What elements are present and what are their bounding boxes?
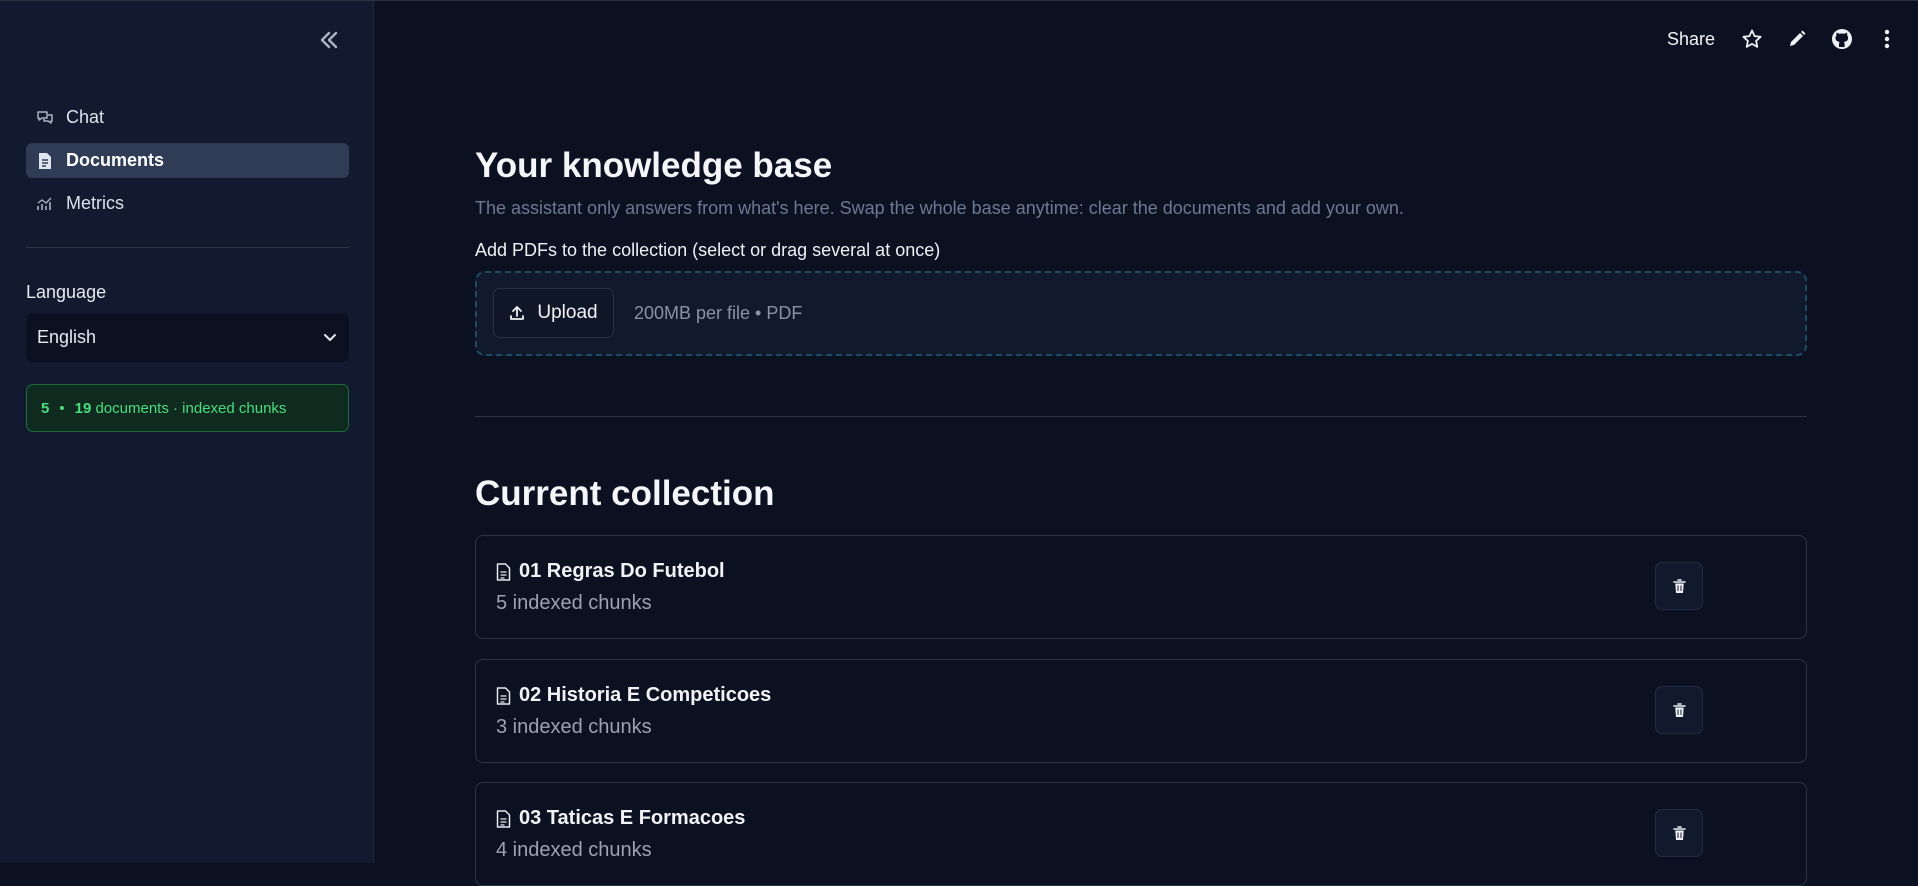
page-title: Your knowledge base bbox=[475, 146, 833, 185]
collection-title: Current collection bbox=[475, 474, 775, 513]
document-name: 01 Regras Do Futebol bbox=[519, 560, 725, 582]
more-vertical-icon[interactable] bbox=[1876, 28, 1898, 50]
sidebar-item-label: Documents bbox=[66, 150, 165, 170]
delete-document-button[interactable] bbox=[1655, 686, 1703, 734]
double-chevron-left-icon bbox=[320, 31, 338, 49]
sidebar-divider bbox=[26, 247, 349, 248]
upload-icon bbox=[510, 306, 525, 320]
document-title: 02 Historia E Competicoes bbox=[496, 684, 771, 707]
sidebar-item-metrics[interactable]: Metrics bbox=[26, 186, 349, 221]
upload-label: Add PDFs to the collection (select or dr… bbox=[475, 240, 941, 260]
upload-hint: 200MB per file • PDF bbox=[634, 303, 803, 323]
status-chunk-count: 19 bbox=[74, 399, 92, 417]
file-dropzone[interactable]: Upload 200MB per file • PDF bbox=[475, 271, 1807, 356]
document-card: 03 Taticas E Formacoes 4 indexed chunks bbox=[475, 782, 1807, 886]
sidebar-item-label: Metrics bbox=[66, 193, 124, 213]
document-title: 03 Taticas E Formacoes bbox=[496, 807, 745, 830]
status-doc-count: 5 bbox=[41, 399, 50, 417]
page-subtitle: The assistant only answers from what's h… bbox=[475, 198, 1404, 218]
language-label: Language bbox=[26, 282, 107, 302]
trash-icon bbox=[1672, 825, 1686, 840]
sidebar: Chat Documents Metrics Language English … bbox=[0, 1, 374, 863]
file-icon bbox=[496, 809, 511, 828]
document-title: 01 Regras Do Futebol bbox=[496, 560, 725, 583]
status-separator: • bbox=[59, 399, 65, 417]
sidebar-nav: Chat Documents Metrics bbox=[26, 100, 349, 229]
trash-icon bbox=[1672, 578, 1686, 593]
header-actions: Share bbox=[1667, 22, 1898, 56]
language-select[interactable]: English bbox=[26, 313, 349, 362]
document-chunks: 4 indexed chunks bbox=[496, 839, 652, 861]
trash-icon bbox=[1672, 702, 1686, 717]
file-icon bbox=[496, 562, 511, 581]
collapse-sidebar-button[interactable] bbox=[314, 27, 344, 53]
status-text: documents · indexed chunks bbox=[95, 399, 287, 417]
chevron-down-icon bbox=[324, 333, 336, 341]
section-divider bbox=[475, 416, 1807, 417]
github-icon[interactable] bbox=[1831, 28, 1853, 50]
upload-button-label: Upload bbox=[537, 302, 598, 323]
sidebar-item-label: Chat bbox=[66, 107, 105, 127]
document-card: 02 Historia E Competicoes 3 indexed chun… bbox=[475, 659, 1807, 763]
star-icon[interactable] bbox=[1741, 28, 1763, 50]
edit-icon[interactable] bbox=[1786, 28, 1808, 50]
index-status-badge: 5 • 19 documents · indexed chunks bbox=[26, 384, 349, 432]
share-button[interactable]: Share bbox=[1667, 29, 1715, 50]
sidebar-item-chat[interactable]: Chat bbox=[26, 100, 349, 135]
document-name: 03 Taticas E Formacoes bbox=[519, 807, 746, 829]
language-select-value: English bbox=[37, 327, 97, 347]
document-card: 01 Regras Do Futebol 5 indexed chunks bbox=[475, 535, 1807, 639]
chart-icon bbox=[36, 195, 54, 213]
delete-document-button[interactable] bbox=[1655, 562, 1703, 610]
document-icon bbox=[36, 152, 54, 170]
upload-button[interactable]: Upload bbox=[493, 288, 614, 338]
chat-icon bbox=[36, 109, 54, 127]
document-name: 02 Historia E Competicoes bbox=[519, 684, 772, 706]
document-chunks: 5 indexed chunks bbox=[496, 592, 652, 614]
document-chunks: 3 indexed chunks bbox=[496, 716, 652, 738]
sidebar-item-documents[interactable]: Documents bbox=[26, 143, 349, 178]
file-icon bbox=[496, 686, 511, 705]
delete-document-button[interactable] bbox=[1655, 809, 1703, 857]
